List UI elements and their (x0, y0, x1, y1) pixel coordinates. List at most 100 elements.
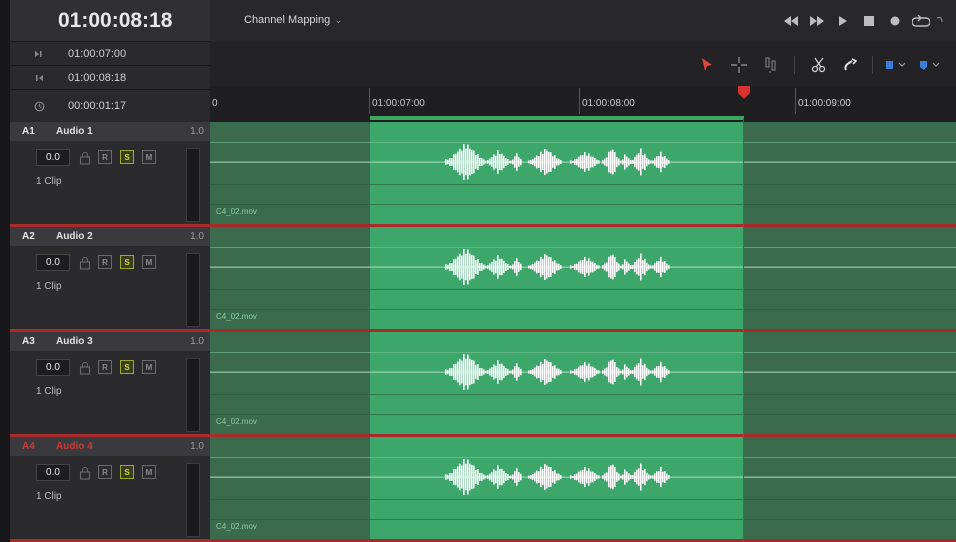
record-arm-button[interactable]: R (98, 465, 112, 479)
selection-tool-icon[interactable] (696, 54, 718, 76)
record-arm-button[interactable]: R (98, 360, 112, 374)
track-level-field[interactable]: 0.0 (36, 254, 70, 271)
audio-waveform (210, 459, 956, 495)
clip-count: 1 Clip (36, 176, 62, 187)
track-header[interactable]: A3 Audio 3 1.0 0.0 R S M 1 Clip (10, 332, 210, 437)
mute-button[interactable]: M (142, 150, 156, 164)
ruler-label: 0 (212, 98, 218, 109)
solo-button[interactable]: S (120, 360, 134, 374)
lock-icon[interactable] (78, 361, 92, 375)
track-title-bar (10, 227, 210, 246)
waveform-shape (210, 459, 956, 495)
track-volume: 1.0 (190, 336, 204, 347)
channel-mapping-dropdown[interactable]: Channel Mapping ⌄ (244, 14, 343, 26)
solo-button[interactable]: S (120, 150, 134, 164)
clip-name: C4_02.mov (216, 522, 257, 531)
track-id: A1 (22, 126, 35, 137)
ruler-tick (369, 88, 370, 114)
timeline-ruler[interactable]: 0 01:00:07:00 01:00:08:00 01:00:09:00 (210, 86, 956, 123)
left-edge (0, 0, 10, 542)
out-point-value[interactable]: 01:00:08:18 (68, 72, 126, 84)
in-point-value[interactable]: 01:00:07:00 (68, 48, 126, 60)
toolbar-divider (794, 56, 795, 74)
track-name[interactable]: Audio 1 (56, 126, 93, 137)
record-icon[interactable] (882, 12, 908, 30)
record-arm-button[interactable]: R (98, 255, 112, 269)
audio-waveform (210, 354, 956, 390)
main-timecode: 01:00:08:18 (10, 0, 210, 42)
ruler-tick (795, 88, 796, 114)
loop-icon[interactable] (908, 12, 934, 30)
track-level-field[interactable]: 0.0 (36, 149, 70, 166)
track-title-bar (10, 437, 210, 456)
transport-controls (778, 12, 946, 30)
track-lane[interactable]: C4_02.mov (210, 122, 956, 227)
link-icon[interactable] (840, 54, 862, 76)
track-level-field[interactable]: 0.0 (36, 464, 70, 481)
mute-button[interactable]: M (142, 465, 156, 479)
stop-icon[interactable] (856, 12, 882, 30)
track-volume: 1.0 (190, 126, 204, 137)
clip-count: 1 Clip (36, 386, 62, 397)
track-name[interactable]: Audio 4 (56, 441, 93, 452)
more-icon[interactable] (934, 12, 946, 30)
audio-waveform (210, 144, 956, 180)
clip-count: 1 Clip (36, 281, 62, 292)
out-point-icon (10, 74, 68, 82)
in-point-row: 01:00:07:00 (10, 42, 210, 66)
track-id: A2 (22, 231, 35, 242)
track-id: A4 (22, 441, 35, 452)
track-volume: 1.0 (190, 441, 204, 452)
fast-forward-icon[interactable] (804, 12, 830, 30)
playhead[interactable] (743, 118, 744, 542)
audio-waveform (210, 249, 956, 285)
lock-icon[interactable] (78, 256, 92, 270)
solo-button[interactable]: S (120, 255, 134, 269)
playhead-handle-icon[interactable] (737, 86, 751, 100)
chevron-down-icon: ⌄ (334, 15, 343, 26)
track-lane[interactable]: C4_02.mov (210, 227, 956, 332)
marker-dropdown-icon[interactable] (916, 54, 946, 76)
track-name[interactable]: Audio 2 (56, 231, 93, 242)
channel-mapping-label: Channel Mapping (244, 14, 331, 26)
clip-name: C4_02.mov (216, 417, 257, 426)
ruler-label: 01:00:07:00 (372, 98, 425, 109)
play-icon[interactable] (830, 12, 856, 30)
mute-button[interactable]: M (142, 255, 156, 269)
top-bar: Channel Mapping ⌄ (210, 0, 956, 43)
lock-icon[interactable] (78, 466, 92, 480)
duration-icon (10, 101, 68, 112)
track-lane[interactable]: C4_02.mov (210, 437, 956, 542)
waveform-shape (210, 354, 956, 390)
lock-icon[interactable] (78, 151, 92, 165)
out-point-row: 01:00:08:18 (10, 66, 210, 90)
clip-name: C4_02.mov (216, 312, 257, 321)
mute-button[interactable]: M (142, 360, 156, 374)
trim-tool-icon[interactable] (760, 54, 782, 76)
track-header[interactable]: A2 Audio 2 1.0 0.0 R S M 1 Clip (10, 227, 210, 332)
track-meter (186, 358, 200, 432)
record-arm-button[interactable]: R (98, 150, 112, 164)
fairlight-timeline: 01:00:08:18 01:00:07:00 01:00:08:18 00:0… (0, 0, 956, 542)
clip-count: 1 Clip (36, 491, 62, 502)
track-level-field[interactable]: 0.0 (36, 359, 70, 376)
waveform-shape (210, 249, 956, 285)
ruler-label: 01:00:08:00 (582, 98, 635, 109)
ruler-label: 01:00:09:00 (798, 98, 851, 109)
track-lane[interactable]: C4_02.mov (210, 332, 956, 437)
in-out-range-bar[interactable] (370, 116, 744, 120)
razor-icon[interactable] (808, 54, 830, 76)
ruler-tick (579, 88, 580, 114)
track-meter (186, 148, 200, 222)
track-name[interactable]: Audio 3 (56, 336, 93, 347)
track-meter (186, 463, 200, 537)
track-header[interactable]: A4 Audio 4 1.0 0.0 R S M 1 Clip (10, 437, 210, 542)
solo-button[interactable]: S (120, 465, 134, 479)
waveform-shape (210, 144, 956, 180)
range-selection-icon[interactable] (728, 54, 750, 76)
flag-dropdown-icon[interactable] (882, 54, 912, 76)
track-title-bar (10, 332, 210, 351)
duration-value[interactable]: 00:00:01:17 (68, 100, 126, 112)
rewind-icon[interactable] (778, 12, 804, 30)
track-header[interactable]: A1 Audio 1 1.0 0.0 R S M 1 Clip (10, 122, 210, 227)
